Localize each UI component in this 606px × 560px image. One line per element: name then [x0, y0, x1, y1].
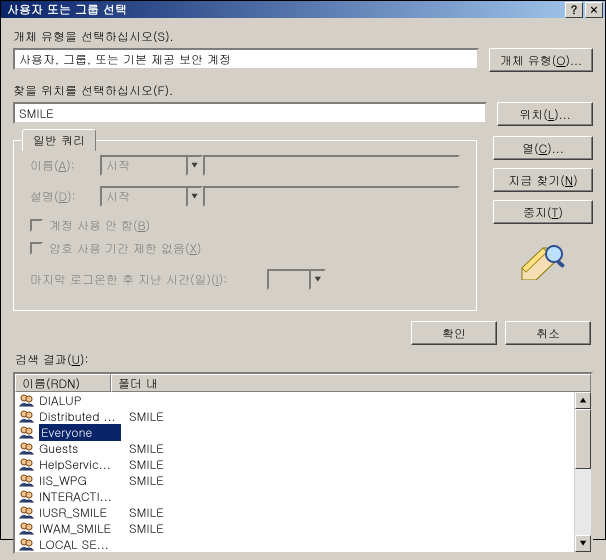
scroll-up-button[interactable]: ▲ [575, 392, 591, 409]
cell-name: INTERACTI... [15, 488, 125, 505]
table-row[interactable]: HelpServic... SMILE [15, 456, 591, 472]
group-icon [19, 521, 35, 535]
row-name-text: IUSR_SMILE [39, 504, 107, 521]
table-row[interactable]: IUSR_SMILE SMILE [15, 504, 591, 520]
chevron-down-icon: ▼ [186, 186, 203, 207]
scroll-track[interactable] [575, 409, 591, 535]
cell-name: IIS_WPG [15, 472, 125, 489]
object-type-button[interactable]: 개체 유형(O)... [489, 48, 593, 72]
cell-name: Guests [15, 440, 125, 457]
group-icon [19, 409, 35, 423]
column-folder[interactable]: 폴더 내 [111, 374, 591, 392]
desc-label: 설명(D): [30, 188, 100, 205]
name-input [203, 155, 460, 176]
cancel-button[interactable]: 취소 [505, 321, 591, 345]
cell-name: Distributed ... [15, 408, 125, 425]
cell-name: LOCAL SE... [15, 536, 125, 553]
cell-folder: SMILE [125, 504, 591, 521]
pwd-never-expire-checkbox [30, 242, 43, 255]
table-row[interactable]: Distributed ... SMILE [15, 408, 591, 424]
location-button[interactable]: 위치(L)... [497, 102, 593, 126]
name-match-value: 시작 [100, 155, 186, 176]
last-login-value [267, 269, 309, 290]
object-type-value: 사용자, 그룹, 또는 기본 제공 보안 계정 [19, 51, 231, 68]
search-results-label: 검색 결과(U): [15, 351, 593, 368]
ok-button[interactable]: 확인 [411, 321, 497, 345]
chevron-down-icon: ▼ [186, 155, 203, 176]
chevron-down-icon: ▼ [309, 269, 326, 290]
last-login-combo: ▼ [267, 269, 326, 290]
column-name[interactable]: 이름(RDN) [15, 374, 111, 392]
listview-body: DIALUPDistributed ...SMILEEveryoneGuests… [15, 392, 591, 552]
scroll-down-button[interactable]: ▼ [575, 535, 591, 552]
table-row[interactable]: Everyone [15, 424, 591, 440]
cell-name: DIALUP [15, 392, 125, 409]
object-type-field: 사용자, 그룹, 또는 기본 제공 보안 계정 [13, 48, 479, 70]
disabled-accounts-label: 계정 사용 안 함(B) [49, 217, 150, 234]
disabled-accounts-checkbox [30, 219, 43, 232]
group-icon [19, 505, 35, 519]
table-row[interactable]: DIALUP [15, 392, 591, 408]
group-icon [19, 489, 35, 503]
table-row[interactable]: Guests SMILE [15, 440, 591, 456]
common-query-tab[interactable]: 일반 쿼리 [22, 129, 96, 151]
columns-button[interactable]: 열(C)... [493, 136, 593, 160]
row-name-text: Guests [39, 440, 78, 457]
dialog-content: 개체 유형을 선택하십시오(S). 사용자, 그룹, 또는 기본 제공 보안 계… [1, 18, 605, 560]
desc-match-value: 시작 [100, 186, 186, 207]
group-icon [19, 473, 35, 487]
name-match-combo: 시작 ▼ [100, 155, 203, 176]
location-field: SMILE [13, 102, 487, 124]
select-users-groups-dialog: 사용자 또는 그룹 선택 ? × 개체 유형을 선택하십시오(S). 사용자, … [0, 0, 606, 540]
help-button[interactable]: ? [565, 2, 583, 18]
search-icon [519, 242, 567, 280]
group-icon [19, 425, 35, 439]
dialog-title: 사용자 또는 그룹 선택 [7, 1, 563, 18]
close-button[interactable]: × [585, 2, 603, 18]
cell-name: HelpServic... [15, 456, 125, 473]
location-value: SMILE [19, 105, 54, 122]
desc-match-combo: 시작 ▼ [100, 186, 203, 207]
row-name-text: HelpServic... [39, 456, 111, 473]
cell-folder: SMILE [125, 408, 591, 425]
group-icon [19, 537, 35, 551]
stop-button[interactable]: 중지(T) [493, 200, 593, 224]
row-name-text: IIS_WPG [39, 472, 87, 489]
titlebar: 사용자 또는 그룹 선택 ? × [1, 1, 605, 18]
cell-name: Everyone [15, 424, 125, 441]
row-name-text: Distributed ... [39, 408, 115, 425]
cell-name: IUSR_SMILE [15, 504, 125, 521]
group-icon [19, 393, 35, 407]
group-icon [19, 441, 35, 455]
desc-input [203, 186, 460, 207]
cell-folder: SMILE [125, 440, 591, 457]
results-listview[interactable]: 이름(RDN) 폴더 내 DIALUPDistributed ...SMILEE… [13, 372, 593, 554]
row-name-text: LOCAL SE... [39, 536, 109, 553]
table-row[interactable]: IWAM_SMILE SMILE [15, 520, 591, 536]
cell-folder: SMILE [125, 472, 591, 489]
common-query-group: 일반 쿼리 이름(A): 시작 ▼ 설명(D): 시작 ▼ [13, 140, 477, 311]
last-login-label: 마지막 로그온한 후 지난 시간(일)(I): [30, 271, 227, 288]
object-type-label: 개체 유형을 선택하십시오(S). [13, 28, 593, 45]
row-name-text: INTERACTI... [39, 488, 112, 505]
listview-header: 이름(RDN) 폴더 내 [15, 374, 591, 392]
table-row[interactable]: IIS_WPG SMILE [15, 472, 591, 488]
pwd-never-expire-label: 암호 사용 기간 제한 없음(X) [49, 240, 201, 257]
find-now-button[interactable]: 지금 찾기(N) [493, 168, 593, 192]
cell-folder: SMILE [125, 456, 591, 473]
table-row[interactable]: LOCAL SE... [15, 536, 591, 552]
group-icon [19, 457, 35, 471]
table-row[interactable]: INTERACTI... [15, 488, 591, 504]
cell-folder: SMILE [125, 520, 591, 537]
cell-name: IWAM_SMILE [15, 520, 125, 537]
row-name-text: DIALUP [39, 392, 81, 409]
scroll-thumb[interactable] [575, 409, 591, 469]
row-name-text: IWAM_SMILE [39, 520, 111, 537]
row-name-text: Everyone [39, 424, 121, 441]
vertical-scrollbar[interactable]: ▲ ▼ [574, 392, 591, 552]
name-label: 이름(A): [30, 157, 100, 174]
location-label: 찾을 위치를 선택하십시오(F). [13, 82, 593, 99]
